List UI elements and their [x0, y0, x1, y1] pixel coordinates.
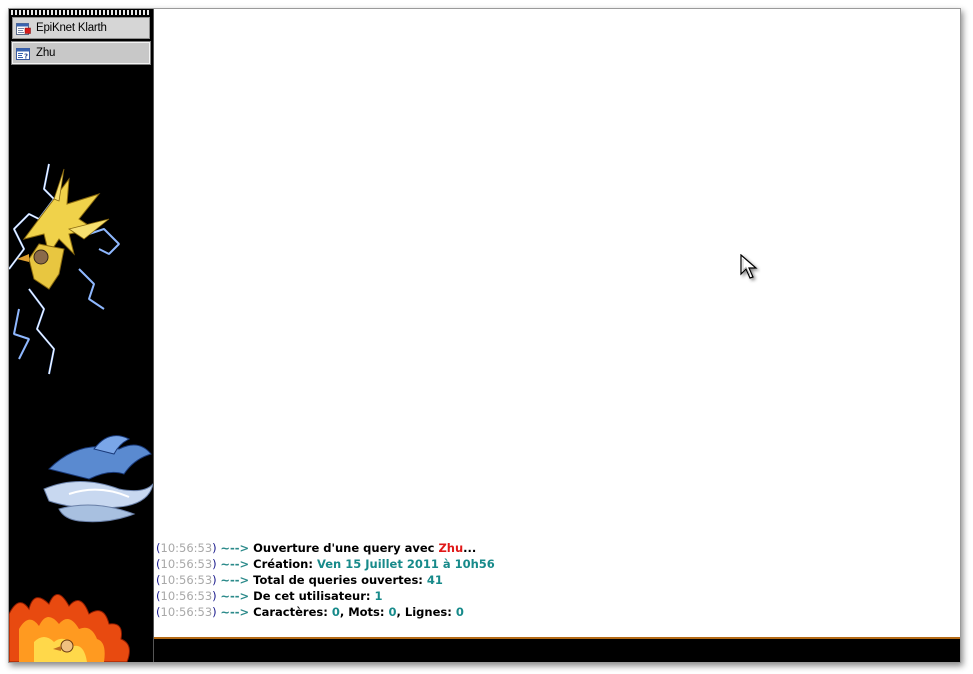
message-arrow: ~--> — [220, 605, 250, 619]
mouse-pointer-icon — [740, 253, 762, 288]
message-arrow: ~--> — [220, 541, 250, 555]
message-arrow: ~--> — [220, 589, 250, 603]
query-chat-view[interactable]: (10:56:53) ~--> Ouverture d'une query av… — [154, 9, 960, 637]
window-item-label: Zhu — [36, 47, 56, 59]
message-value: 1 — [374, 589, 383, 603]
server-window-icon — [16, 21, 31, 35]
message-text: Création: — [253, 557, 317, 571]
message-value: 0 — [455, 605, 464, 619]
message-list: (10:56:53) ~--> Ouverture d'une query av… — [156, 540, 495, 620]
fire-bird-art — [9, 594, 130, 662]
message-value: 41 — [426, 573, 443, 587]
window-item-query-zhu[interactable]: ? Zhu — [11, 41, 151, 65]
sidebar-grip[interactable] — [11, 10, 151, 15]
message-value: 0 — [331, 605, 340, 619]
svg-text:?: ? — [24, 53, 28, 61]
ice-bird-art — [43, 435, 153, 523]
message-line: (10:56:53) ~--> Création: Ven 15 Juillet… — [156, 556, 495, 572]
message-timestamp: 10:56:53 — [160, 557, 213, 571]
lightning-bird-art — [9, 163, 120, 375]
message-value: 0 — [388, 605, 397, 619]
message-text: Total de queries ouvertes: — [253, 573, 427, 587]
message-arrow: ~--> — [220, 557, 250, 571]
message-text: , Lignes: — [396, 605, 456, 619]
message-text: Caractères: — [253, 605, 332, 619]
message-timestamp: 10:56:53 — [160, 573, 213, 587]
window-list-sidebar: EpiKnet Klarth ? Zhu — [9, 9, 154, 662]
message-input[interactable] — [154, 637, 960, 662]
window-item-label: EpiKnet Klarth — [36, 22, 107, 34]
nickname[interactable]: Zhu — [438, 541, 463, 555]
message-text: De cet utilisateur: — [253, 589, 375, 603]
message-timestamp: 10:56:53 — [160, 605, 213, 619]
message-text: Ouverture d'une query avec — [253, 541, 439, 555]
message-text: ... — [463, 541, 477, 555]
message-timestamp: 10:56:53 — [160, 541, 213, 555]
query-window-icon: ? — [16, 46, 31, 61]
message-text: , Mots: — [339, 605, 389, 619]
window-item-server[interactable]: EpiKnet Klarth — [12, 17, 150, 39]
message-arrow: ~--> — [220, 573, 250, 587]
message-line: (10:56:53) ~--> Total de queries ouverte… — [156, 572, 495, 588]
message-timestamp: 10:56:53 — [160, 589, 213, 603]
message-line: (10:56:53) ~--> Caractères: 0, Mots: 0, … — [156, 604, 495, 620]
message-line: (10:56:53) ~--> De cet utilisateur: 1 — [156, 588, 495, 604]
message-value: Ven 15 Juillet 2011 à 10h56 — [316, 557, 495, 571]
message-line: (10:56:53) ~--> Ouverture d'une query av… — [156, 540, 495, 556]
irc-client-window: EpiKnet Klarth ? Zhu (10:56:53) ~--> Ouv… — [8, 8, 961, 663]
